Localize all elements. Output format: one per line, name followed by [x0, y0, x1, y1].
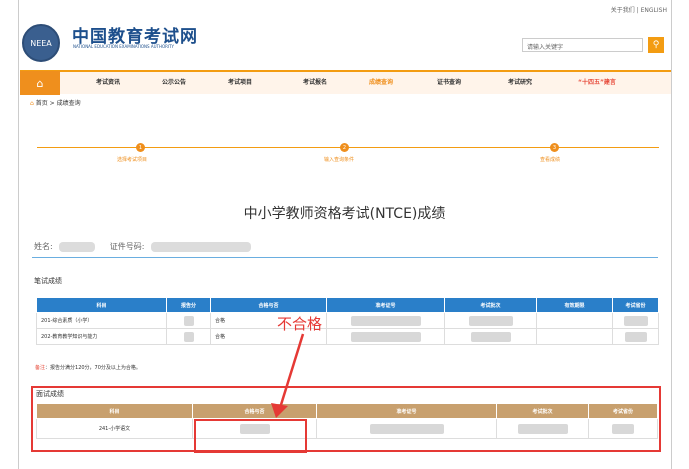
annotation-highlight-box — [194, 419, 307, 453]
annotation-arrow — [271, 333, 305, 418]
